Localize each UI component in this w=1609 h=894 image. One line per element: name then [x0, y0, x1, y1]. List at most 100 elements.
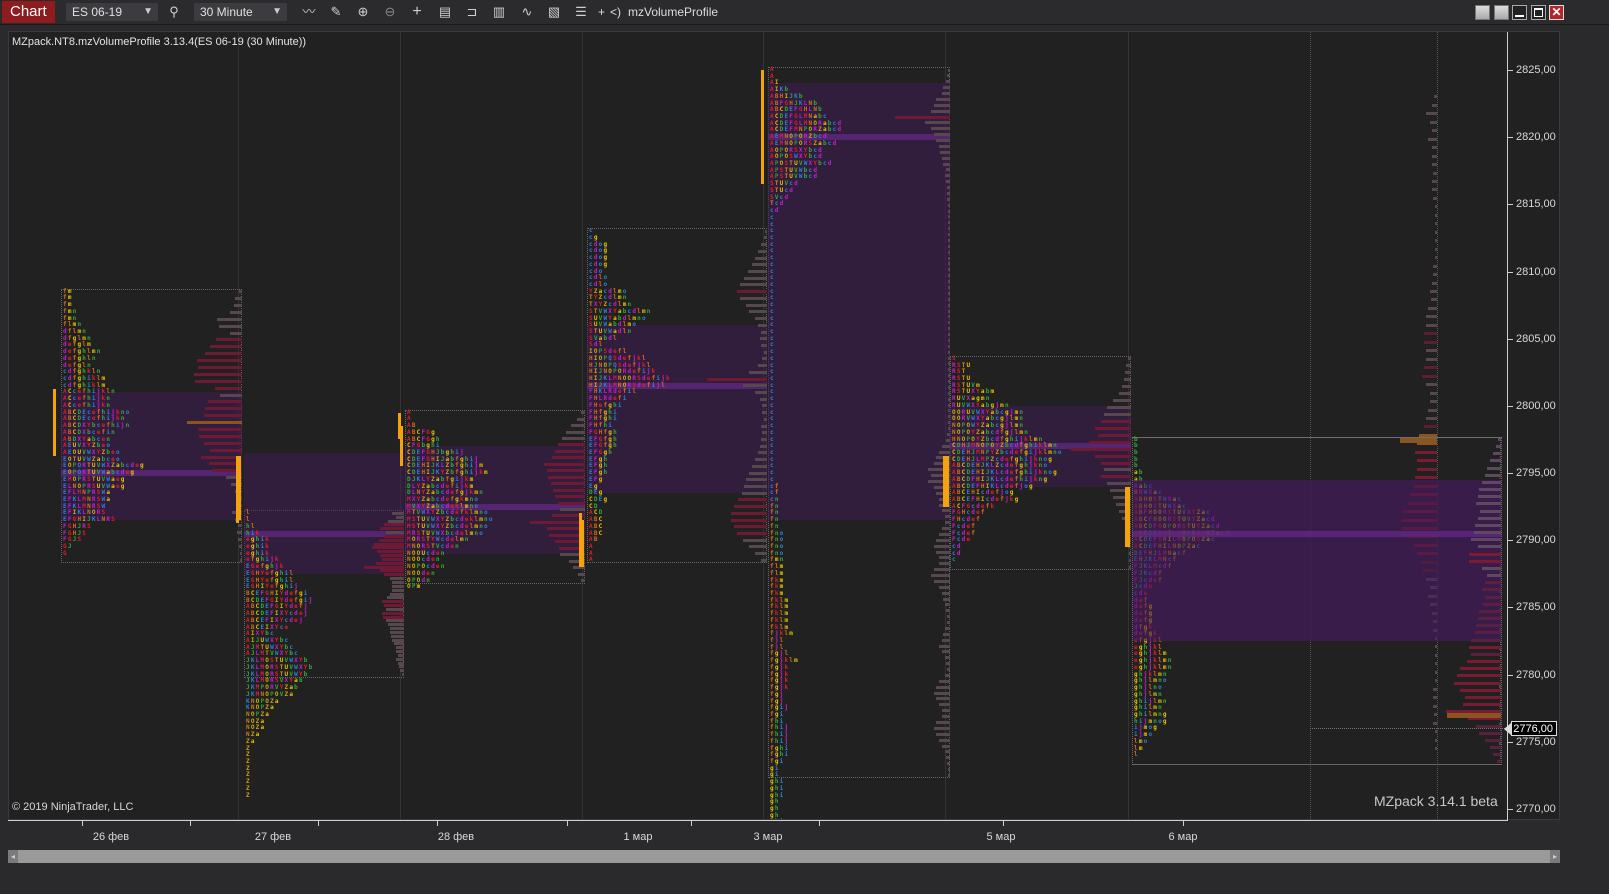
date-label: 5 мар — [986, 831, 1016, 843]
volume-bar — [1129, 558, 1131, 562]
volume-bar — [948, 250, 950, 254]
indicator-button[interactable]: mzVolumeProfile — [628, 3, 718, 21]
volume-bar — [384, 604, 404, 608]
volume-bar — [1428, 137, 1437, 141]
volume-bar — [557, 501, 585, 505]
volume-bar — [1477, 545, 1501, 549]
volume-bar — [1466, 660, 1501, 664]
volume-bar — [1481, 480, 1501, 484]
volume-bar — [936, 538, 950, 542]
minimize-icon[interactable] — [1512, 5, 1527, 20]
indicators-icon[interactable]: ∿ — [518, 3, 536, 21]
tpo-row: A — [589, 556, 594, 564]
title-bar: Chart ES 06-19 ▼ ⚲ 30 Minute ▼ 〰 ✎ ⊕ ⊖ +… — [0, 0, 1609, 25]
volume-bar — [707, 377, 767, 381]
volume-bar — [948, 286, 950, 289]
volume-bar — [731, 518, 767, 522]
volume-bar — [948, 327, 950, 331]
volume-bar — [1431, 103, 1437, 107]
date-label: 28 фев — [437, 831, 475, 843]
date-tick — [1183, 821, 1184, 826]
volume-bar — [759, 397, 767, 401]
date-label: 1 мар — [623, 831, 653, 843]
volume-bar — [755, 390, 767, 394]
volume-bar — [554, 449, 585, 453]
volume-bar — [561, 436, 585, 440]
volume-bar — [398, 653, 404, 657]
volume-bar — [235, 297, 242, 301]
volume-bar — [933, 579, 950, 583]
volume-bar — [392, 588, 404, 592]
scroll-right-icon[interactable]: ▸ — [1550, 850, 1560, 863]
price-axis-line — [1507, 32, 1508, 821]
instrument-selector[interactable]: ES 06-19 ▼ — [66, 3, 158, 21]
volume-bar — [737, 532, 767, 536]
horizontal-scrollbar[interactable]: ◂ ▸ — [8, 850, 1560, 863]
volume-bar — [214, 386, 242, 390]
volume-bar — [1431, 281, 1437, 285]
volume-bar — [755, 458, 767, 462]
crosshair-icon[interactable]: + — [408, 3, 426, 21]
add-button[interactable]: + — [598, 3, 605, 21]
volume-bar — [945, 662, 950, 666]
volume-bar — [948, 338, 950, 342]
zoom-in-icon[interactable]: ⊕ — [354, 3, 372, 21]
volume-bar — [948, 344, 950, 348]
chart-plot-area[interactable]: fm fm fm fmn fmn flmn dflmn dfglmn defglm defghlm… — [8, 32, 1507, 819]
volume-bar — [1426, 357, 1437, 361]
price-tick — [1508, 607, 1513, 609]
date-tick — [82, 821, 83, 826]
bar-spacing-icon[interactable]: ⊐ — [463, 3, 481, 21]
nav-button[interactable]: <) — [610, 3, 621, 21]
restore-icon[interactable] — [1475, 5, 1490, 20]
date-tick — [318, 821, 319, 826]
volume-bar — [1470, 538, 1501, 542]
volume-bar — [1429, 290, 1437, 294]
volume-bar — [936, 550, 950, 554]
volume-bar — [553, 488, 585, 492]
volume-bar — [239, 290, 242, 294]
volume-bar — [384, 523, 404, 527]
volume-bar — [229, 331, 242, 335]
search-icon[interactable]: ⚲ — [165, 3, 183, 21]
volume-bar — [1432, 273, 1437, 277]
tile-icon[interactable] — [1494, 5, 1509, 20]
volume-bar — [530, 520, 585, 524]
strategies-icon[interactable]: ▧ — [545, 3, 563, 21]
volume-bar — [1477, 617, 1501, 621]
properties-list-icon[interactable]: ☰ — [572, 3, 590, 21]
line-chart-icon[interactable]: 〰 — [300, 3, 318, 21]
volume-bar — [396, 646, 404, 650]
volume-bar — [944, 603, 950, 607]
date-tick — [567, 821, 568, 826]
volume-bar — [580, 411, 585, 415]
volume-bar — [1101, 419, 1131, 423]
pencil-icon[interactable]: ✎ — [327, 3, 345, 21]
date-tick — [190, 821, 191, 826]
price-label: 2790,00 — [1516, 534, 1556, 547]
maximize-icon[interactable] — [1531, 5, 1546, 20]
price-tick — [1508, 405, 1513, 407]
volume-bar — [1430, 298, 1437, 302]
volume-bar — [1089, 440, 1131, 444]
data-box-icon[interactable]: ▤ — [436, 3, 454, 21]
volume-bar — [1479, 609, 1501, 613]
volume-bar — [933, 103, 950, 107]
volume-bar — [1481, 588, 1501, 592]
volume-bar — [543, 462, 585, 466]
chart-tab[interactable]: Chart — [2, 1, 55, 23]
volume-bar — [1479, 488, 1501, 492]
volume-bar — [380, 554, 404, 558]
volume-bar — [204, 407, 242, 411]
chart-style-icon[interactable]: ▥ — [490, 3, 508, 21]
price-tick — [1508, 741, 1513, 743]
volume-bar — [229, 310, 242, 314]
volume-bar — [948, 315, 950, 319]
close-icon[interactable]: ✕ — [1549, 5, 1564, 20]
initial-balance-bar — [943, 456, 946, 507]
zoom-out-icon[interactable]: ⊖ — [381, 3, 399, 21]
scroll-left-icon[interactable]: ◂ — [8, 850, 18, 863]
timeframe-selector[interactable]: 30 Minute ▼ — [194, 3, 287, 21]
price-label: 2820,00 — [1516, 131, 1556, 144]
volume-bar — [945, 756, 950, 760]
